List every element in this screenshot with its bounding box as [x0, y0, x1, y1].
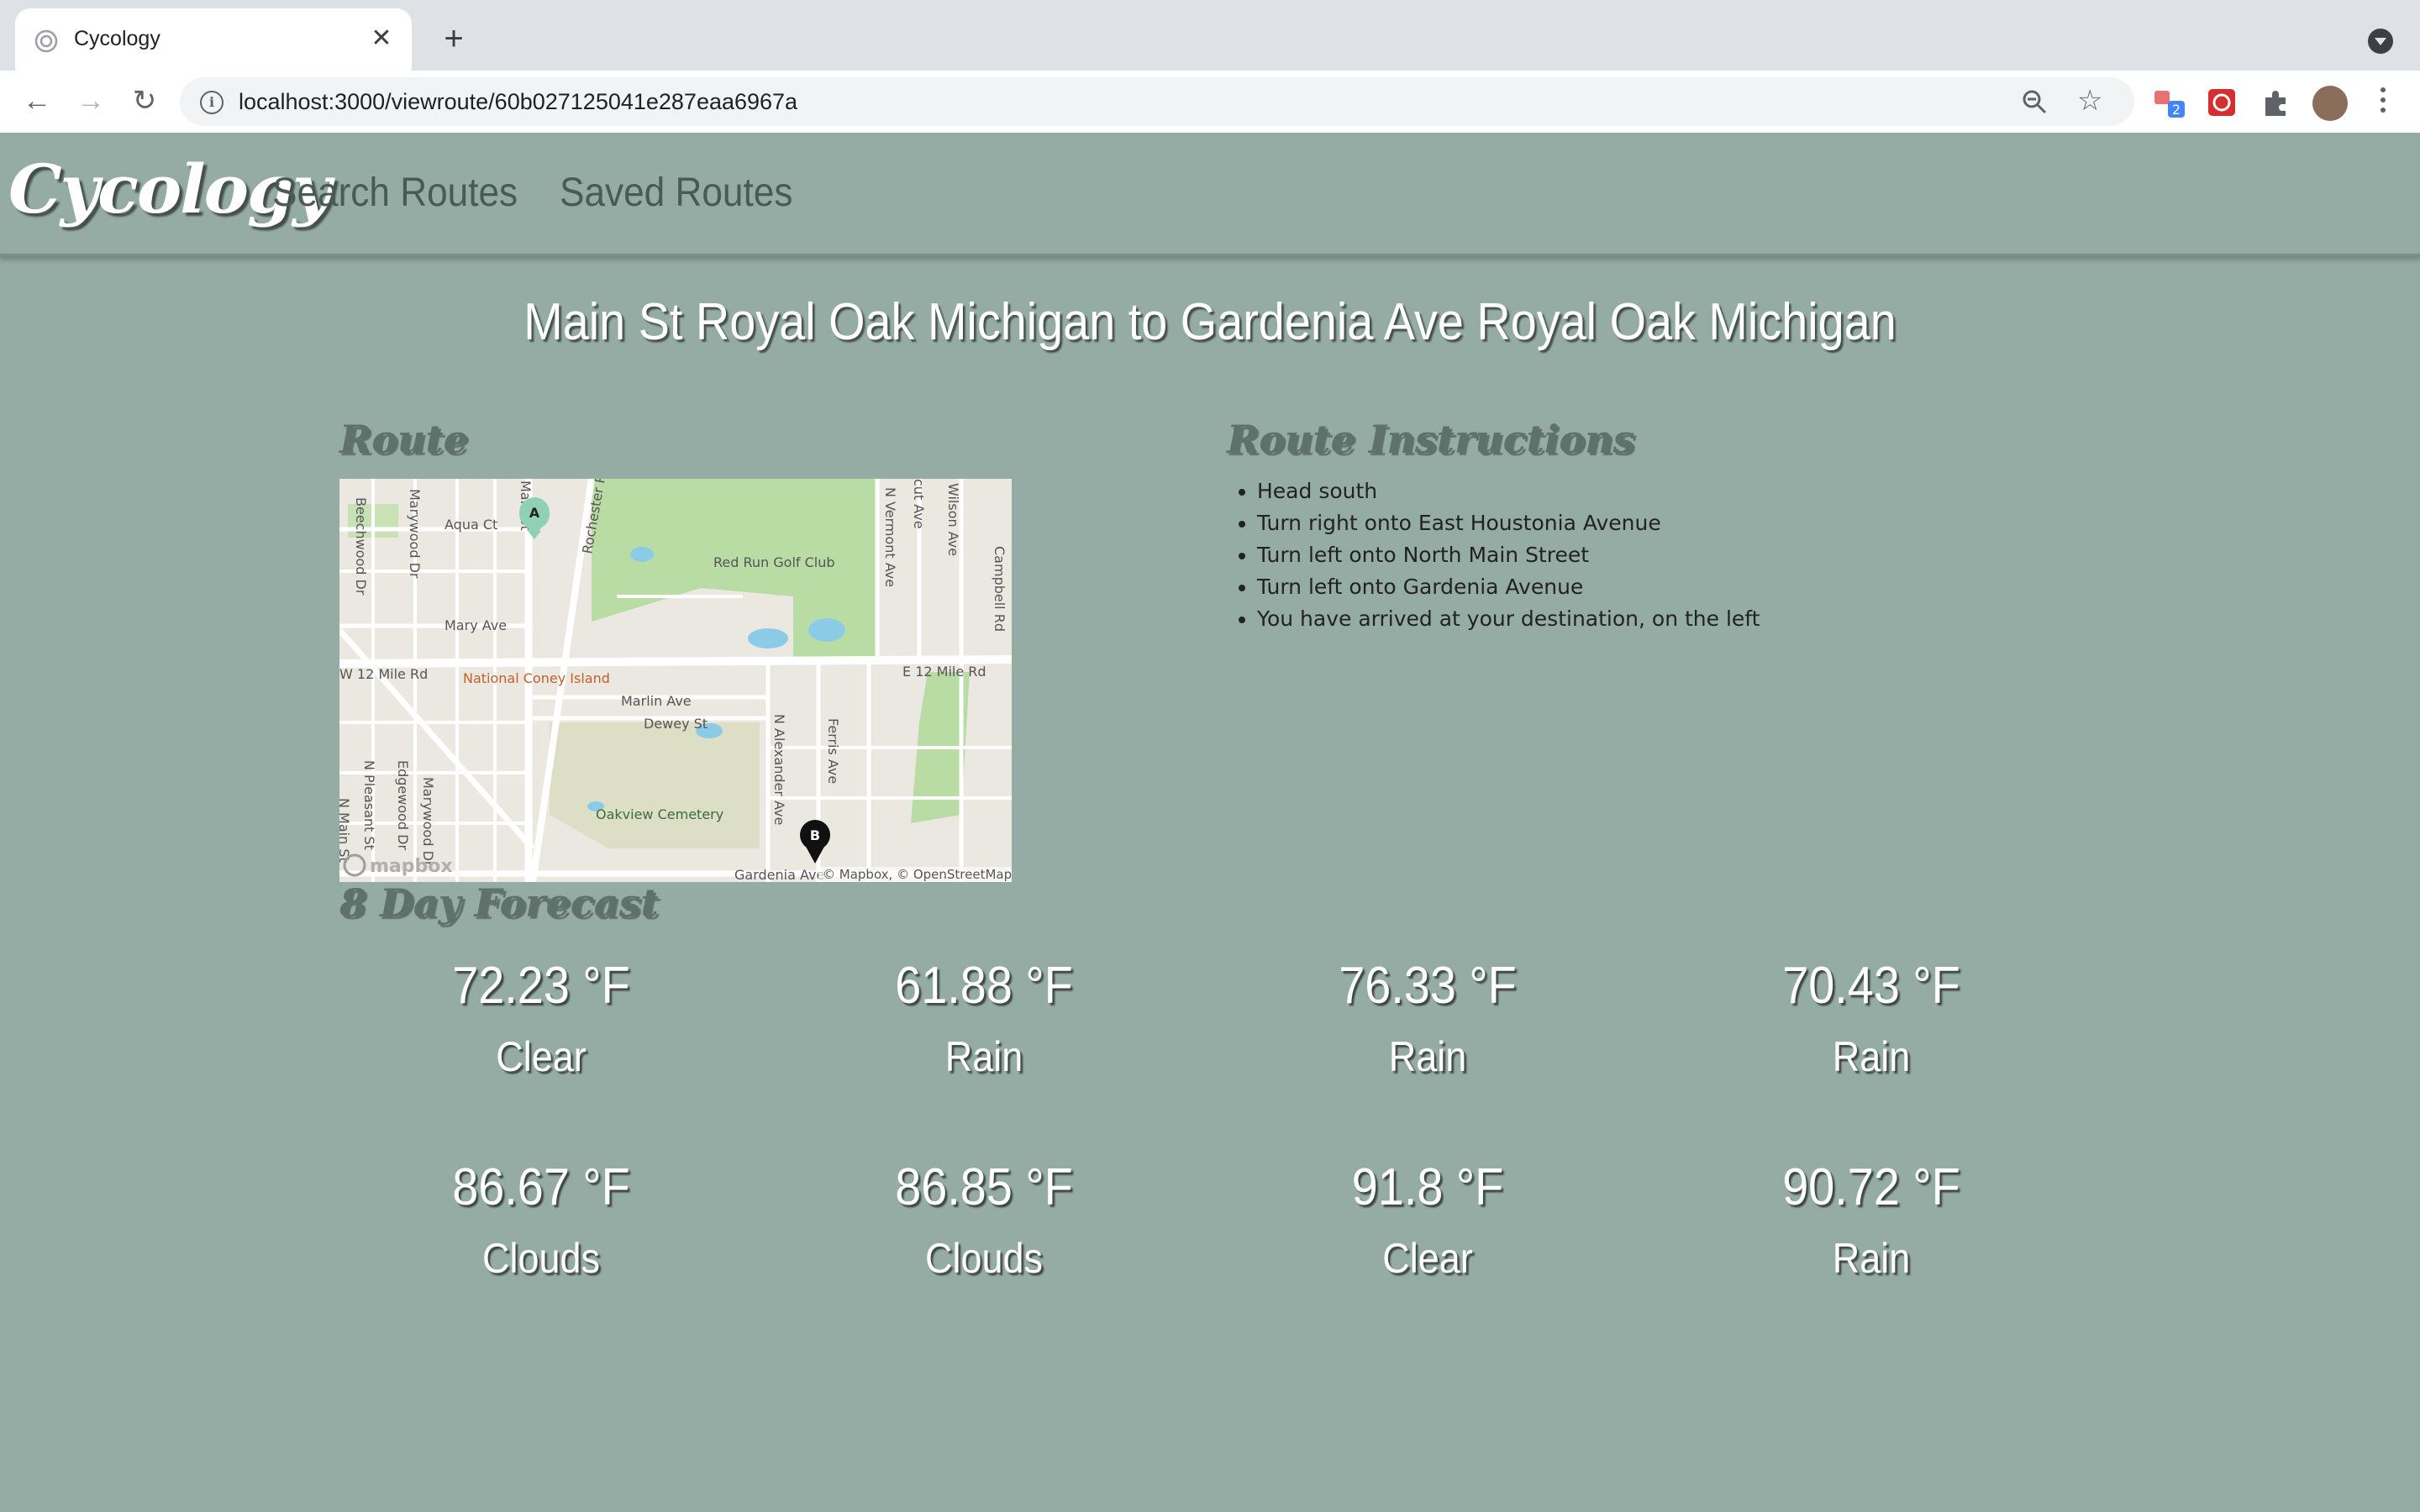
instruction-item: Head south — [1257, 475, 1760, 507]
svg-text:N Vermont Ave: N Vermont Ave — [882, 487, 898, 587]
svg-text:Wilson Ave: Wilson Ave — [945, 483, 961, 556]
extension-badge-icon[interactable]: 2 — [2153, 86, 2186, 119]
svg-text:Ferris Ave: Ferris Ave — [825, 718, 841, 784]
forecast-temp: 86.85 °F — [895, 1158, 1073, 1216]
forecast-temp: 72.23 °F — [452, 957, 630, 1015]
forecast-day: 91.8 °F Clear — [1226, 1158, 1629, 1283]
forecast-day: 76.33 °F Rain — [1226, 956, 1629, 1081]
route-heading: Route — [339, 417, 468, 462]
svg-text:2: 2 — [2172, 102, 2181, 118]
svg-text:N Pleasant St: N Pleasant St — [361, 760, 377, 850]
forecast-condition: Clouds — [481, 1235, 601, 1282]
svg-text:N Alexander Ave: N Alexander Ave — [771, 714, 787, 825]
forward-icon[interactable]: → — [72, 82, 109, 119]
instructions-heading: Route Instructions — [1227, 417, 1635, 462]
route-title: Main St Royal Oak Michigan to Gardenia A… — [523, 293, 1897, 351]
red-extension-icon[interactable] — [2205, 86, 2238, 119]
forecast-day: 70.43 °F Rain — [1670, 956, 2073, 1081]
route-instructions-list: Head south Turn right onto East Houstoni… — [1227, 475, 1760, 635]
forecast-temp: 76.33 °F — [1339, 957, 1517, 1015]
instruction-item: Turn right onto East Houstonia Avenue — [1257, 507, 1760, 539]
new-tab-icon[interactable]: + — [435, 20, 472, 57]
forecast-temp: 61.88 °F — [895, 957, 1073, 1015]
svg-text:Gardenia Ave: Gardenia Ave — [734, 867, 824, 882]
forecast-condition: Rain — [944, 1033, 1023, 1080]
svg-text:Mary Ave: Mary Ave — [445, 617, 507, 633]
svg-text:cut Ave: cut Ave — [911, 479, 927, 529]
site-info-icon[interactable]: i — [200, 91, 224, 114]
forecast-day: 90.72 °F Rain — [1670, 1158, 2073, 1283]
forecast-temp: 70.43 °F — [1782, 957, 1960, 1015]
svg-text:Edgewood Dr: Edgewood Dr — [395, 760, 411, 850]
forecast-day: 72.23 °F Clear — [339, 956, 743, 1081]
svg-text:Beechwood Dr: Beechwood Dr — [353, 497, 369, 596]
browser-menu-icon[interactable] — [2375, 82, 2391, 123]
svg-text:A: A — [529, 505, 540, 521]
forecast-heading: 8 Day Forecast — [339, 880, 659, 926]
browser-toolbar: ← → ↻ i localhost:3000/viewroute/60b0271… — [0, 71, 2420, 134]
instruction-item: You have arrived at your destination, on… — [1257, 603, 1760, 635]
url-text[interactable]: localhost:3000/viewroute/60b027125041e28… — [239, 89, 797, 115]
forecast-day: 61.88 °F Rain — [782, 956, 1186, 1081]
svg-text:Dewey St: Dewey St — [644, 716, 708, 732]
profile-avatar[interactable] — [2312, 86, 2348, 121]
forecast-temp: 86.67 °F — [452, 1158, 630, 1216]
svg-text:National Coney Island: National Coney Island — [463, 670, 610, 686]
page: Cycology Search Routes Saved Routes Main… — [0, 133, 2420, 1512]
tab-search-icon[interactable] — [2368, 29, 2393, 54]
map-canvas[interactable]: Aqua Ct Mary Ave Red Run Golf Club W 12 … — [339, 479, 1012, 882]
extensions-puzzle-icon[interactable] — [2259, 86, 2292, 119]
forecast-condition: Clear — [496, 1033, 587, 1080]
svg-text:B: B — [810, 827, 820, 843]
svg-text:Marywood Dr: Marywood Dr — [420, 777, 436, 867]
svg-text:Aqua Ct: Aqua Ct — [445, 517, 497, 533]
cycology-favicon-icon — [34, 29, 58, 53]
nav-saved-routes[interactable]: Saved Routes — [560, 170, 792, 216]
svg-text:Marywood Dr: Marywood Dr — [407, 489, 423, 579]
address-bar[interactable]: i localhost:3000/viewroute/60b027125041e… — [180, 77, 2134, 126]
instruction-item: Turn left onto Gardenia Avenue — [1257, 571, 1760, 603]
back-icon[interactable]: ← — [18, 82, 55, 119]
svg-text:N Main St: N Main St — [339, 798, 352, 863]
route-map[interactable]: Aqua Ct Mary Ave Red Run Golf Club W 12 … — [339, 479, 1012, 882]
forecast-temp: 91.8 °F — [1351, 1158, 1504, 1216]
reload-icon[interactable]: ↻ — [126, 82, 163, 119]
svg-text:E 12 Mile Rd: E 12 Mile Rd — [902, 664, 986, 680]
svg-text:Red Run Golf Club: Red Run Golf Club — [713, 554, 835, 570]
browser-chrome: Cycology ✕ + ← → ↻ i localhost:3000/view… — [0, 0, 2420, 134]
svg-text:Campbell Rd: Campbell Rd — [992, 546, 1007, 632]
forecast-condition: Rain — [1388, 1033, 1467, 1080]
browser-tab[interactable]: Cycology ✕ — [15, 8, 412, 71]
forecast-condition: Rain — [1832, 1235, 1911, 1282]
nav-search-routes[interactable]: Search Routes — [272, 170, 518, 216]
zoom-out-icon[interactable] — [2020, 87, 2049, 116]
forecast-temp: 90.72 °F — [1782, 1158, 1960, 1216]
forecast-day: 86.67 °F Clouds — [339, 1158, 743, 1283]
cemetery-area — [550, 722, 760, 848]
svg-text:mapbox: mapbox — [370, 856, 453, 877]
bookmark-star-icon[interactable]: ☆ — [2077, 84, 2102, 118]
forecast-condition: Clear — [1382, 1235, 1473, 1282]
svg-text:Oakview Cemetery: Oakview Cemetery — [596, 806, 723, 822]
site-navbar: Cycology Search Routes Saved Routes — [0, 133, 2420, 257]
close-tab-icon[interactable]: ✕ — [363, 20, 400, 57]
map-attribution[interactable]: © Mapbox, © OpenStreetMap — [823, 867, 1012, 882]
svg-text:W 12 Mile Rd: W 12 Mile Rd — [339, 666, 428, 682]
forecast-condition: Clouds — [924, 1235, 1044, 1282]
forecast-day: 86.85 °F Clouds — [782, 1158, 1186, 1283]
forecast-condition: Rain — [1832, 1033, 1911, 1080]
instruction-item: Turn left onto North Main Street — [1257, 539, 1760, 571]
svg-text:Marlin Ave: Marlin Ave — [621, 693, 692, 709]
tab-title: Cycology — [74, 27, 160, 50]
